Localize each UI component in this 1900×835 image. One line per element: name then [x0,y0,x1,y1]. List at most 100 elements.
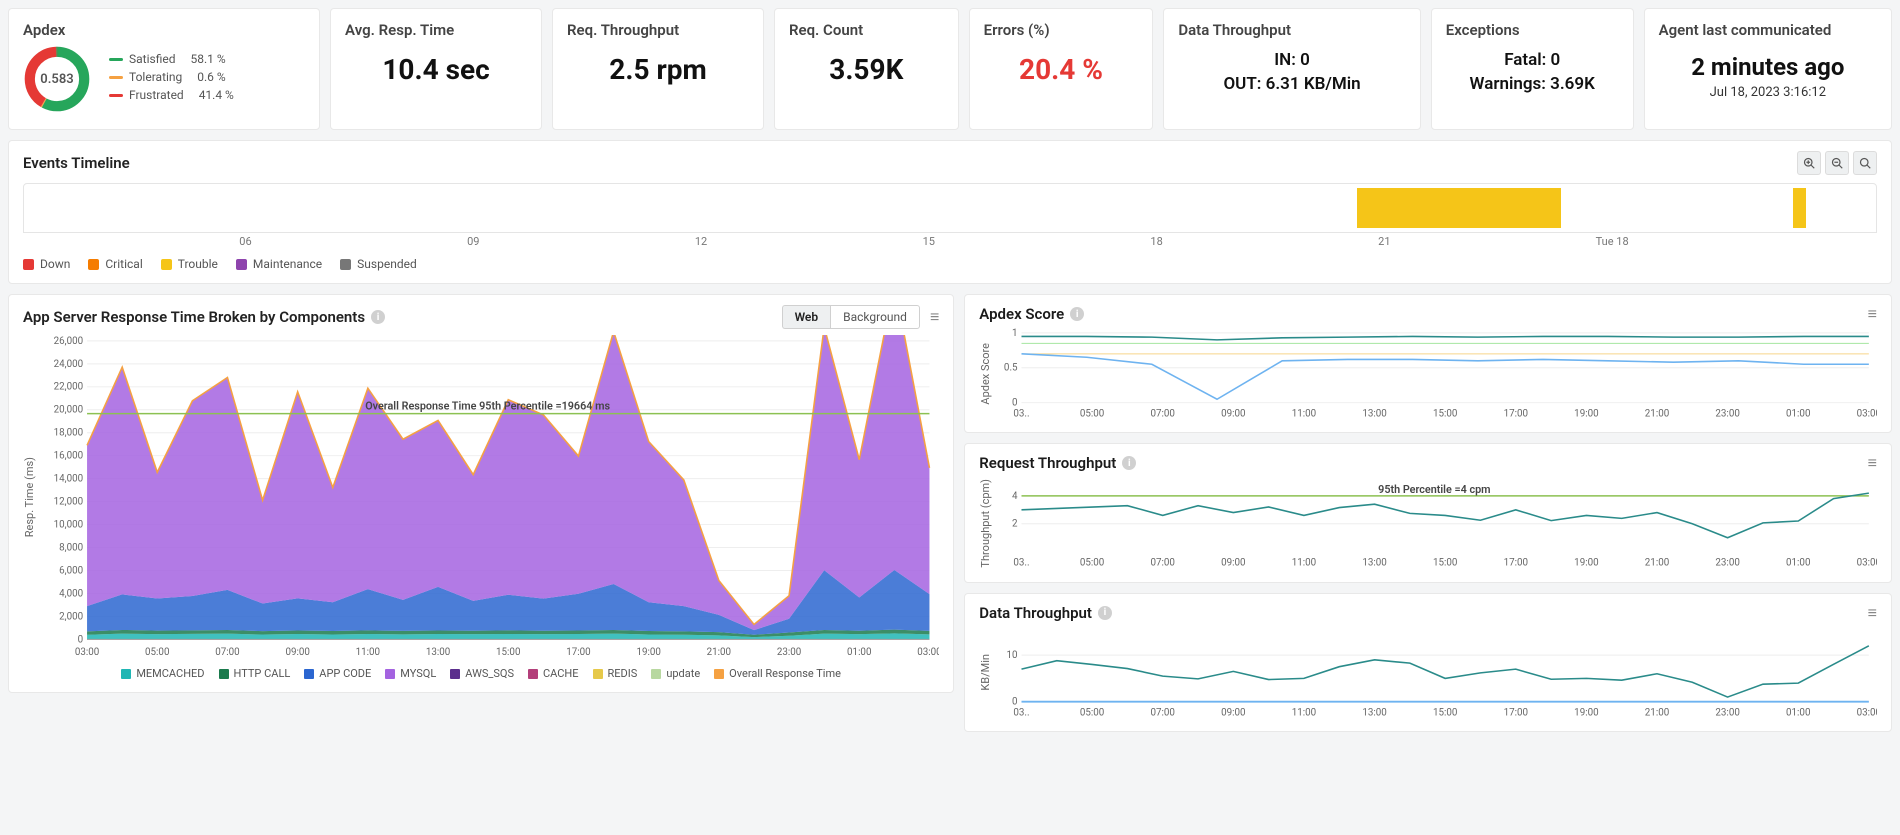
svg-text:01:00: 01:00 [1786,408,1810,419]
exceptions-fatal: Fatal: 0 [1446,49,1619,73]
card-apdex-title: Apdex [23,21,305,39]
svg-text:15:00: 15:00 [1433,707,1457,718]
timeline-ticks: 060912151821Tue 18 [23,233,1877,251]
svg-text:2: 2 [1012,519,1018,530]
svg-text:23:00: 23:00 [1716,707,1740,718]
svg-text:21:00: 21:00 [1645,558,1669,569]
svg-text:07:00: 07:00 [215,647,239,658]
svg-text:21:00: 21:00 [707,647,731,658]
svg-text:17:00: 17:00 [566,647,590,658]
svg-text:19:00: 19:00 [1574,558,1598,569]
svg-text:03:00: 03:00 [1857,707,1877,718]
svg-text:95th Percentile =4 cpm: 95th Percentile =4 cpm [1378,483,1490,496]
svg-text:26,000: 26,000 [54,336,83,347]
chart-apdex-score: Apdex Score i ≡ Apdex Score 00.5103..05:… [964,294,1892,433]
tab-web[interactable]: Web [782,305,831,329]
zoom-out-icon[interactable] [1825,151,1849,175]
apdex-legend: Satisfied 58.1 % Tolerating 0.6 % Frustr… [109,52,234,106]
svg-text:09:00: 09:00 [1221,558,1245,569]
chart-response-time: App Server Response Time Broken by Compo… [8,294,954,693]
svg-text:19:00: 19:00 [1574,408,1598,419]
chart-data-throughput: Data Throughput i ≡ KB/Min 01003..05:000… [964,593,1892,732]
req-tp-value: 2.5 rpm [567,53,749,86]
svg-text:14,000: 14,000 [54,474,83,485]
apdex-donut: 0.583 [23,45,91,113]
svg-text:0.5: 0.5 [1004,363,1018,374]
reqtp-chart-svg: 2495th Percentile =4 cpm03..05:0007:0009… [992,476,1877,569]
svg-text:17:00: 17:00 [1504,558,1528,569]
zoom-in-icon[interactable] [1797,151,1821,175]
timeline-strip[interactable] [23,183,1877,233]
chart-menu-icon[interactable]: ≡ [1868,605,1877,621]
chart-menu-icon[interactable]: ≡ [930,309,939,325]
svg-text:2,000: 2,000 [59,611,83,622]
errors-value: 20.4 % [984,53,1139,86]
agent-timestamp: Jul 18, 2023 3:16:12 [1659,85,1877,100]
svg-text:15:00: 15:00 [496,647,520,658]
card-avg-resp: Avg. Resp. Time 10.4 sec [330,8,542,130]
svg-text:11:00: 11:00 [1292,408,1316,419]
card-agent: Agent last communicated 2 minutes ago Ju… [1644,8,1892,130]
card-exceptions: Exceptions Fatal: 0 Warnings: 3.69K [1431,8,1634,130]
svg-text:09:00: 09:00 [1221,707,1245,718]
svg-text:1: 1 [1012,328,1018,339]
svg-text:19:00: 19:00 [636,647,660,658]
svg-text:11:00: 11:00 [356,647,380,658]
resp-ylabel: Resp. Time (ms) [23,457,36,537]
svg-text:0: 0 [78,634,84,645]
svg-text:12,000: 12,000 [54,497,83,508]
svg-text:21:00: 21:00 [1645,707,1669,718]
svg-text:03:00: 03:00 [1857,558,1877,569]
chart-menu-icon[interactable]: ≡ [1868,455,1877,471]
svg-text:03:00: 03:00 [75,647,99,658]
svg-text:22,000: 22,000 [54,382,83,393]
card-data-throughput: Data Throughput IN: 0 OUT: 6.31 KB/Min [1163,8,1420,130]
svg-text:4,000: 4,000 [59,588,83,599]
svg-text:01:00: 01:00 [1786,707,1810,718]
svg-text:18,000: 18,000 [54,428,83,439]
events-timeline-card: Events Timeline 060912151821Tue 18 DownC… [8,140,1892,284]
svg-text:10: 10 [1007,650,1018,661]
svg-text:05:00: 05:00 [1080,707,1104,718]
tab-background[interactable]: Background [830,305,920,329]
svg-text:0: 0 [1012,398,1018,409]
svg-text:20,000: 20,000 [54,405,83,416]
svg-text:8,000: 8,000 [59,542,83,553]
card-apdex: Apdex 0.583 Satisfied 58.1 % Tolerating … [8,8,320,130]
svg-text:03..: 03.. [1014,408,1030,419]
svg-text:13:00: 13:00 [1363,558,1387,569]
svg-text:05:00: 05:00 [1080,558,1104,569]
info-icon[interactable]: i [1070,307,1084,321]
svg-text:07:00: 07:00 [1151,707,1175,718]
svg-text:01:00: 01:00 [1786,558,1810,569]
svg-text:4: 4 [1012,491,1018,502]
svg-text:23:00: 23:00 [777,647,801,658]
events-title: Events Timeline [23,154,130,172]
resp-chart-title: App Server Response Time Broken by Compo… [23,308,365,326]
zoom-reset-icon[interactable] [1853,151,1877,175]
card-errors: Errors (%) 20.4 % [969,8,1154,130]
svg-text:05:00: 05:00 [1080,408,1104,419]
svg-text:05:00: 05:00 [145,647,169,658]
svg-text:15:00: 15:00 [1433,558,1457,569]
svg-text:21:00: 21:00 [1645,408,1669,419]
svg-text:13:00: 13:00 [1363,408,1387,419]
svg-text:09:00: 09:00 [285,647,309,658]
svg-text:03..: 03.. [1014,707,1030,718]
svg-text:10,000: 10,000 [54,520,83,531]
svg-text:19:00: 19:00 [1574,707,1598,718]
svg-text:13:00: 13:00 [1363,707,1387,718]
req-count-value: 3.59K [789,53,944,86]
data-tp-out: OUT: 6.31 KB/Min [1178,73,1405,97]
info-icon[interactable]: i [371,310,385,324]
apdex-chart-svg: 00.5103..05:0007:0009:0011:0013:0015:001… [992,327,1877,420]
info-icon[interactable]: i [1122,456,1136,470]
datatp-chart-svg: 01003..05:0007:0009:0011:0013:0015:0017:… [992,626,1877,719]
exceptions-warn: Warnings: 3.69K [1446,73,1619,97]
info-icon[interactable]: i [1098,606,1112,620]
svg-text:03..: 03.. [1014,558,1030,569]
svg-text:03:00: 03:00 [1857,408,1877,419]
apdex-value: 0.583 [23,45,91,113]
data-tp-in: IN: 0 [1178,49,1405,73]
chart-menu-icon[interactable]: ≡ [1868,306,1877,322]
